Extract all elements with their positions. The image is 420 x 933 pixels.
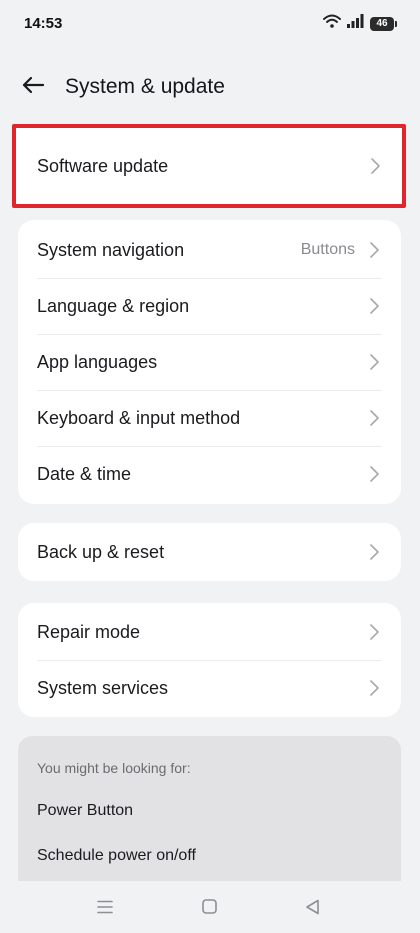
language-region-label: Language & region xyxy=(37,295,190,316)
system-services-item[interactable]: System services xyxy=(18,660,401,716)
suggestions-heading: You might be looking for: xyxy=(37,760,191,776)
status-bar: 14:53 46 xyxy=(0,0,420,48)
software-update-label: Software update xyxy=(37,155,169,176)
repair-mode-label: Repair mode xyxy=(37,621,141,642)
app-languages-item[interactable]: App languages xyxy=(18,334,401,390)
status-icons: 46 xyxy=(323,14,397,33)
chevron-right-icon xyxy=(367,680,381,696)
system-navigation-item[interactable]: System navigation Buttons xyxy=(18,222,401,278)
menu-icon xyxy=(97,900,113,919)
back-button[interactable] xyxy=(14,68,52,106)
suggestions-panel: You might be looking for: Power Button S… xyxy=(18,736,401,881)
page-title: System & update xyxy=(65,75,225,98)
system-navigation-value: Buttons xyxy=(300,241,355,258)
system-navigation-label: System navigation xyxy=(37,239,185,260)
header: System & update xyxy=(0,62,420,112)
wifi-icon xyxy=(323,14,341,33)
chevron-right-icon xyxy=(367,466,381,482)
nav-recents-button[interactable] xyxy=(93,897,117,921)
app-languages-label: App languages xyxy=(37,351,158,372)
chevron-right-icon xyxy=(367,624,381,640)
nav-home-button[interactable] xyxy=(197,897,221,921)
backup-card: Back up & reset xyxy=(18,523,401,581)
date-time-item[interactable]: Date & time xyxy=(18,446,401,502)
battery-icon: 46 xyxy=(370,16,397,31)
chevron-right-icon xyxy=(367,410,381,426)
repair-card: Repair mode System services xyxy=(18,603,401,717)
date-time-label: Date & time xyxy=(37,463,132,484)
chevron-right-icon xyxy=(367,298,381,314)
arrow-left-icon xyxy=(21,76,45,99)
language-region-item[interactable]: Language & region xyxy=(18,278,401,334)
chevron-right-icon xyxy=(367,242,381,258)
system-services-label: System services xyxy=(37,677,169,698)
system-settings-card: System navigation Buttons Language & reg… xyxy=(18,220,401,504)
chevron-right-icon xyxy=(367,354,381,370)
software-update-card: Software update xyxy=(12,124,406,208)
triangle-back-icon xyxy=(305,899,320,920)
keyboard-input-item[interactable]: Keyboard & input method xyxy=(18,390,401,446)
status-time: 14:53 xyxy=(24,15,63,32)
signal-icon xyxy=(347,14,364,33)
keyboard-input-label: Keyboard & input method xyxy=(37,407,241,428)
software-update-item[interactable]: Software update xyxy=(16,128,402,204)
backup-reset-item[interactable]: Back up & reset xyxy=(18,524,401,580)
suggestion-power-button[interactable]: Power Button xyxy=(37,802,382,847)
chevron-right-icon xyxy=(367,544,381,560)
chevron-right-icon xyxy=(368,158,382,174)
repair-mode-item[interactable]: Repair mode xyxy=(18,604,401,660)
nav-back-button[interactable] xyxy=(300,897,324,921)
navigation-bar xyxy=(0,881,420,933)
backup-reset-label: Back up & reset xyxy=(37,541,165,562)
square-icon xyxy=(201,899,217,919)
